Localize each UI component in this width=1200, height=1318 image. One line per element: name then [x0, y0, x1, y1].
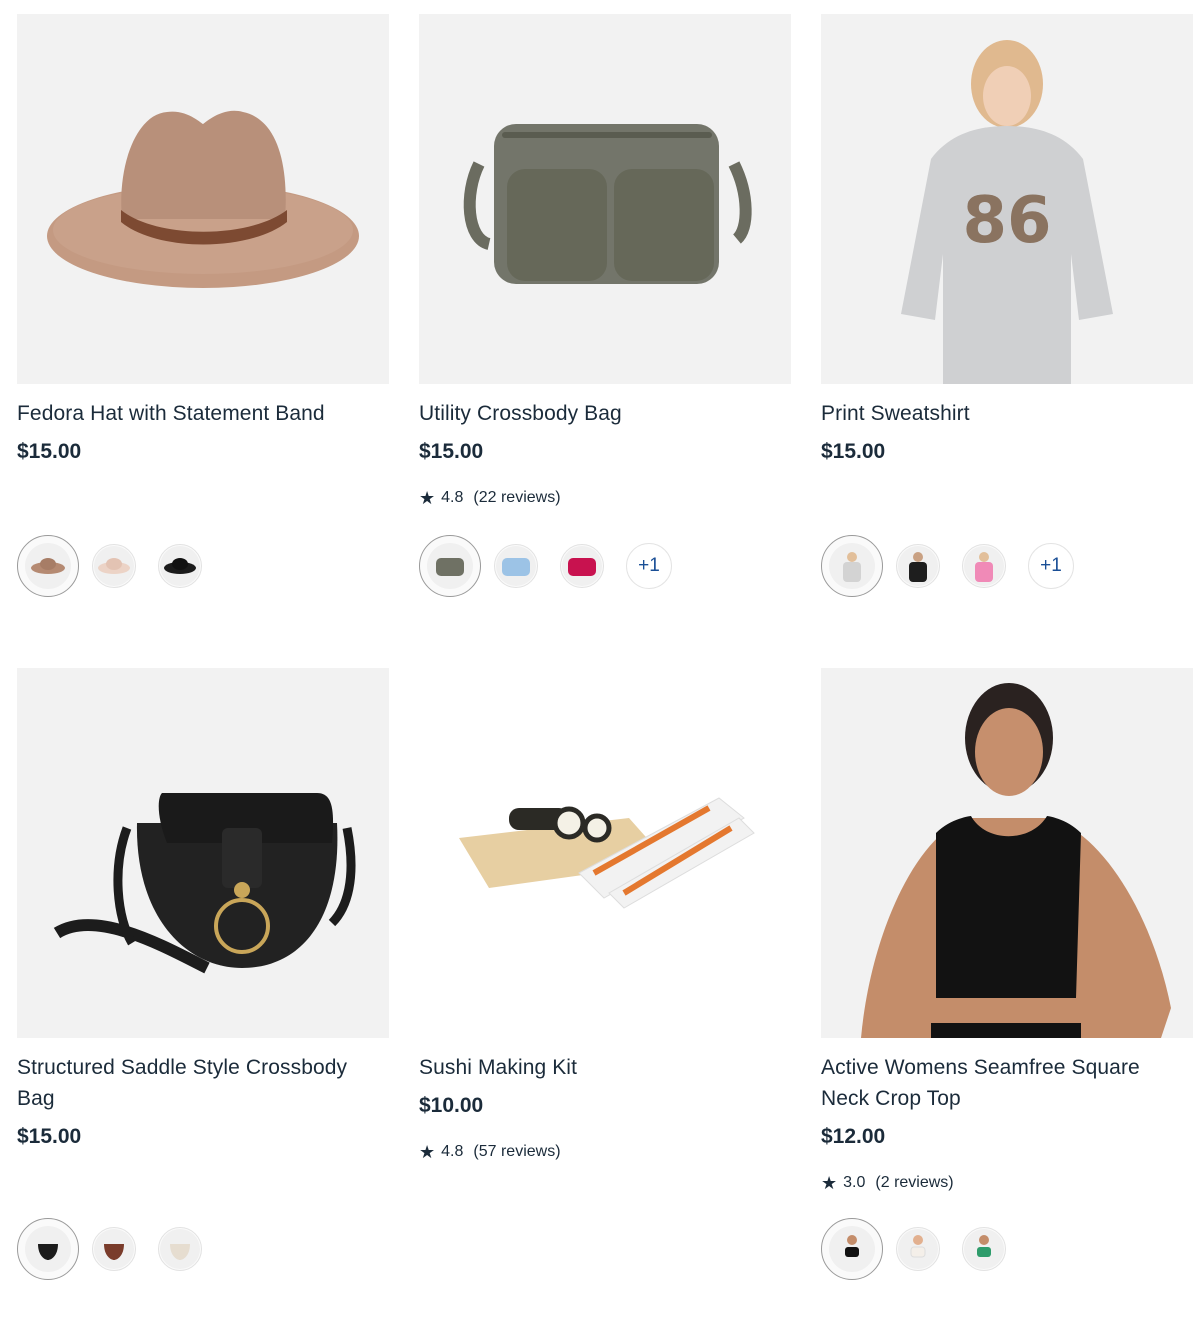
product-price: $10.00: [419, 1094, 484, 1117]
product-title[interactable]: Sushi Making Kit: [419, 1052, 791, 1083]
product-price: $15.00: [17, 1125, 82, 1148]
star-icon: ★: [419, 1142, 436, 1162]
product-card-crop-top: Active Womens Seamfree Square Neck Crop …: [821, 668, 1193, 1192]
product-image-sweatshirt[interactable]: 86: [821, 14, 1193, 384]
product-image-sushi-kit[interactable]: [419, 668, 791, 1038]
product-card-sushi-kit: Sushi Making Kit $10.00 ★ 4.8 (57 review…: [419, 668, 791, 1161]
product-card-fedora: Fedora Hat with Statement Band $15.00: [17, 14, 389, 465]
swatch-black-sweatshirt[interactable]: [896, 544, 940, 588]
product-image-fedora[interactable]: [17, 14, 389, 384]
svg-text:86: 86: [962, 184, 1051, 258]
product-rating: ★ 4.8 (57 reviews): [419, 1143, 791, 1161]
product-price: $12.00: [821, 1125, 886, 1148]
rating-value: 4.8: [441, 1143, 464, 1160]
color-swatches: [17, 1218, 224, 1280]
swatch-black-saddle-bag[interactable]: [17, 1218, 79, 1280]
swatch-black-fedora[interactable]: [158, 544, 202, 588]
product-rating: ★ 3.0 (2 reviews): [821, 1174, 1193, 1192]
swatch-blush-fedora[interactable]: [92, 544, 136, 588]
product-image-saddle-bag[interactable]: [17, 668, 389, 1038]
product-card-crossbody: Utility Crossbody Bag $15.00 ★ 4.8 (22 r…: [419, 14, 791, 507]
star-icon: ★: [821, 1173, 838, 1193]
product-image-crossbody[interactable]: [419, 14, 791, 384]
more-colors-button[interactable]: +1: [626, 543, 672, 589]
rating-value: 3.0: [843, 1174, 866, 1191]
review-count[interactable]: (2 reviews): [875, 1174, 953, 1192]
product-title[interactable]: Utility Crossbody Bag: [419, 398, 791, 429]
product-title[interactable]: Active Womens Seamfree Square Neck Crop …: [821, 1052, 1193, 1114]
swatch-pink-sweatshirt[interactable]: [962, 544, 1006, 588]
product-card-sweatshirt: 86 Print Sweatshirt $15.00: [821, 14, 1193, 465]
product-price: $15.00: [821, 440, 886, 463]
more-colors-button[interactable]: +1: [1028, 543, 1074, 589]
swatch-blue-bag[interactable]: [494, 544, 538, 588]
swatch-tan-fedora[interactable]: [17, 535, 79, 597]
color-swatches: +1: [419, 535, 672, 597]
swatch-white-crop-top[interactable]: [896, 1227, 940, 1271]
review-count[interactable]: (22 reviews): [473, 489, 560, 507]
rating-value: 4.8: [441, 489, 464, 506]
swatch-grey-sweatshirt[interactable]: [821, 535, 883, 597]
swatch-green-crop-top[interactable]: [962, 1227, 1006, 1271]
product-price: $15.00: [17, 440, 82, 463]
swatch-khaki-bag[interactable]: [419, 535, 481, 597]
product-title[interactable]: Fedora Hat with Statement Band: [17, 398, 389, 429]
star-icon: ★: [419, 488, 436, 508]
product-rating: ★ 4.8 (22 reviews): [419, 489, 791, 507]
color-swatches: [821, 1218, 1028, 1280]
review-count[interactable]: (57 reviews): [473, 1143, 560, 1161]
product-title[interactable]: Print Sweatshirt: [821, 398, 1193, 429]
color-swatches: +1: [821, 535, 1074, 597]
swatch-cream-saddle-bag[interactable]: [158, 1227, 202, 1271]
swatch-brown-saddle-bag[interactable]: [92, 1227, 136, 1271]
product-image-crop-top[interactable]: [821, 668, 1193, 1038]
product-card-saddle-bag: Structured Saddle Style Crossbody Bag $1…: [17, 668, 389, 1150]
swatch-pink-bag[interactable]: [560, 544, 604, 588]
product-price: $15.00: [419, 440, 484, 463]
swatch-black-crop-top[interactable]: [821, 1218, 883, 1280]
product-title[interactable]: Structured Saddle Style Crossbody Bag: [17, 1052, 389, 1114]
color-swatches: [17, 535, 224, 597]
